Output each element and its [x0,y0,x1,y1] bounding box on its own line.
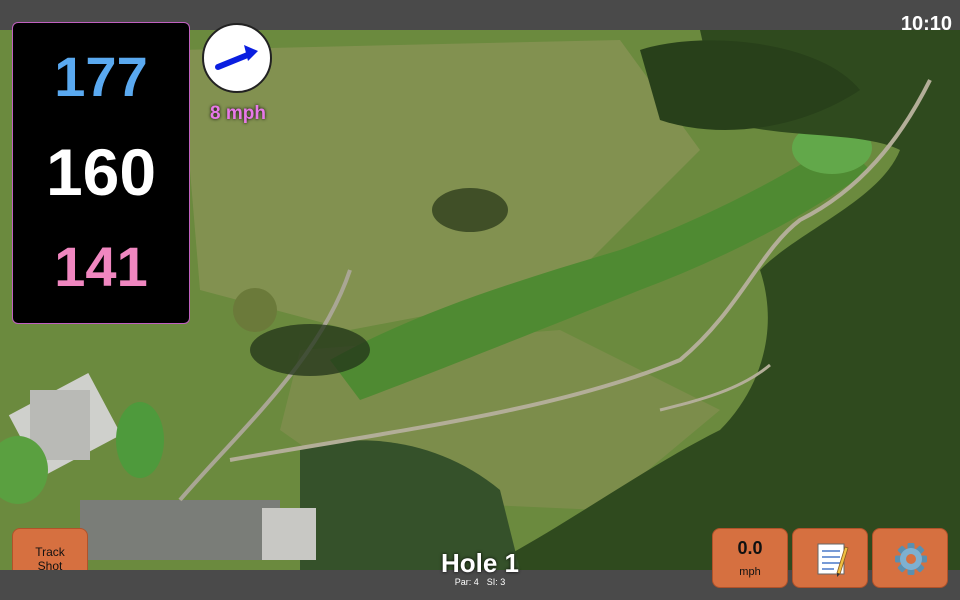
settings-button[interactable] [872,528,948,588]
notepad-icon [817,543,849,577]
tree-shadow [432,188,508,232]
tree-shadow-large [250,324,370,376]
back-yardage: 177 [54,45,148,108]
lone-tree [233,288,277,332]
middle-yardage: 160 [45,135,157,209]
arrow-right-icon [215,45,258,70]
gear-icon [895,543,927,575]
maintenance-building [262,508,316,560]
yardage-panel: 177 160 141 [12,22,190,324]
notes-button[interactable] [792,528,868,588]
speed-value: 0.0 [737,538,763,558]
front-yardage: 141 [54,235,148,298]
hole-title: Hole 1 [440,548,520,578]
wind-speed-label: 8 mph [210,103,266,124]
hole-info: Par: 4 SI: 3 [400,578,560,587]
wind-indicator[interactable] [202,23,272,93]
speed-unit: mph [739,566,761,578]
par-label: Par: 4 [454,577,479,587]
speed-button[interactable]: 0.0 mph [712,528,788,588]
parking-lot [80,500,280,560]
si-label: SI: 3 [486,577,506,587]
track-shot-label-line1: Track [35,545,65,559]
practice-green [116,402,164,478]
